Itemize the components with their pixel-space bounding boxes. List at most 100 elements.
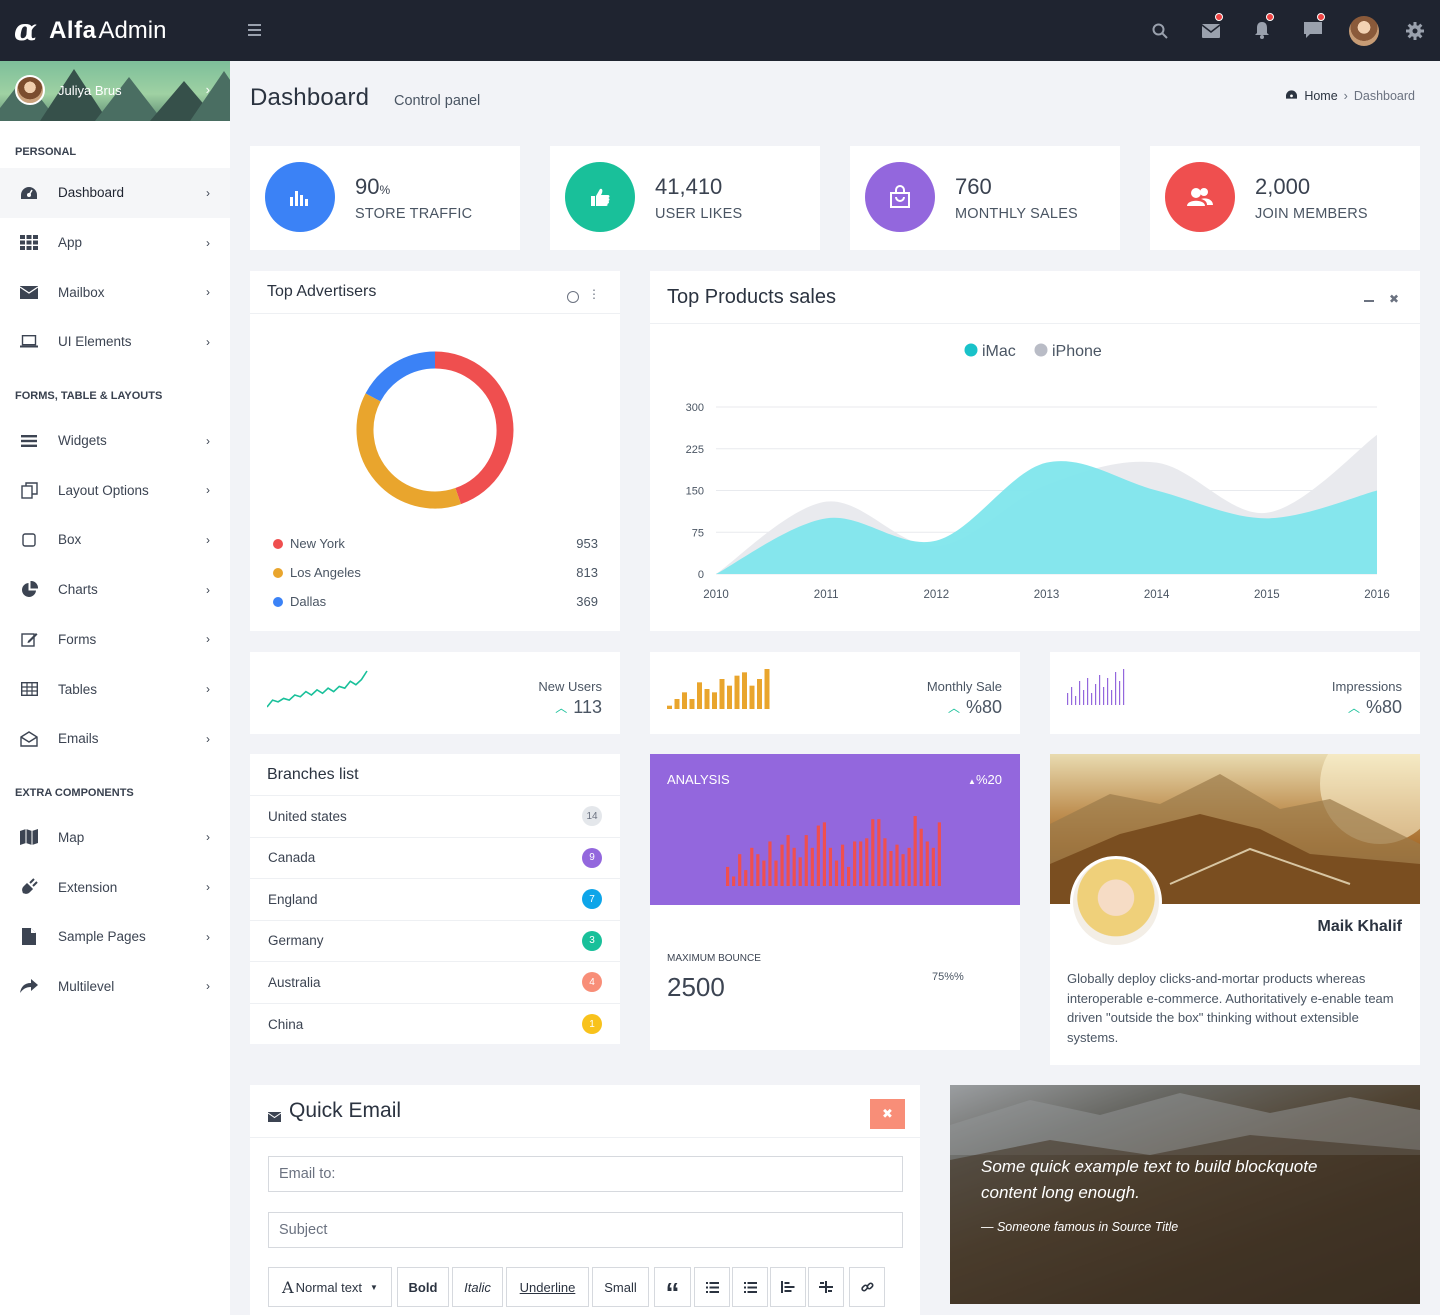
top-advertisers-card: Top Advertisers ⋮ New York 953 Los Angele… bbox=[250, 271, 620, 631]
bar bbox=[719, 679, 725, 709]
card-title: Quick Email bbox=[289, 1099, 402, 1122]
sidebar-item-dashboard[interactable]: Dashboard › bbox=[0, 168, 230, 218]
gear-icon[interactable] bbox=[1389, 0, 1440, 61]
sidebar-item-extension[interactable]: Extension › bbox=[0, 862, 230, 912]
search-icon[interactable] bbox=[1134, 0, 1185, 61]
chevron-right-icon: › bbox=[206, 979, 210, 994]
mail-icon[interactable] bbox=[1185, 0, 1236, 61]
chevron-right-icon: › bbox=[206, 929, 210, 944]
shopping-bag-icon bbox=[865, 162, 935, 232]
sidebar-item-label: Multilevel bbox=[58, 978, 115, 994]
sidebar-item-multilevel[interactable]: Multilevel › bbox=[0, 962, 230, 1012]
bold-button[interactable]: Bold bbox=[397, 1267, 449, 1307]
stat-value: 90% bbox=[355, 174, 391, 199]
chevron-right-icon[interactable]: › bbox=[206, 82, 210, 97]
bar bbox=[726, 866, 730, 886]
chat-icon[interactable] bbox=[1287, 0, 1338, 61]
sidebar-item-label: Widgets bbox=[58, 433, 107, 449]
grid-icon bbox=[20, 234, 38, 252]
sidebar-toggle-icon[interactable] bbox=[248, 24, 261, 36]
chevron-right-icon: › bbox=[206, 483, 210, 498]
close-icon[interactable]: ✖ bbox=[1389, 292, 1399, 306]
sidebar-item-tables[interactable]: Tables › bbox=[0, 664, 230, 714]
bell-icon[interactable] bbox=[1236, 0, 1287, 61]
subject-input[interactable]: Subject bbox=[268, 1212, 903, 1248]
sidebar-item-box[interactable]: Box › bbox=[0, 515, 230, 565]
email-to-input[interactable]: Email to: bbox=[268, 1156, 903, 1192]
refresh-icon[interactable] bbox=[567, 291, 579, 303]
stat-label: USER LIKES bbox=[655, 206, 743, 222]
x-tick-label: 2015 bbox=[1254, 589, 1280, 601]
user-avatar[interactable] bbox=[1338, 0, 1389, 61]
stat-card-monthly-sales: 760 MONTHLY SALES bbox=[850, 146, 1120, 250]
sidebar-item-sample-pages[interactable]: Sample Pages › bbox=[0, 912, 230, 962]
small-button[interactable]: Small bbox=[592, 1267, 649, 1307]
sidebar-item-forms[interactable]: Forms › bbox=[0, 615, 230, 665]
page-title: Dashboard bbox=[250, 84, 370, 111]
mail-notification-dot bbox=[1215, 13, 1223, 21]
copy-icon bbox=[20, 481, 38, 499]
sidebar-item-app[interactable]: App › bbox=[0, 218, 230, 268]
donut-slice bbox=[356, 393, 461, 509]
sidebar-item-layout-options[interactable]: Layout Options › bbox=[0, 465, 230, 515]
logo-text-bold: Alfa bbox=[49, 16, 97, 44]
sidebar-item-mailbox[interactable]: Mailbox › bbox=[0, 267, 230, 317]
minimize-icon[interactable] bbox=[1364, 300, 1374, 302]
outdent-button[interactable] bbox=[770, 1267, 806, 1307]
bar bbox=[727, 685, 732, 709]
list-item[interactable]: Canada 9 bbox=[250, 838, 620, 879]
mini-value: ︿ %80 bbox=[1347, 697, 1402, 717]
stat-value: 41,410 bbox=[655, 174, 723, 199]
breadcrumb-separator: › bbox=[1343, 89, 1348, 103]
breadcrumb: Home › Dashboard bbox=[1285, 89, 1415, 103]
y-tick-label: 150 bbox=[686, 486, 704, 498]
chevron-right-icon: › bbox=[206, 830, 210, 845]
bar bbox=[931, 847, 935, 886]
sidebar-item-ui-elements[interactable]: UI Elements › bbox=[0, 317, 230, 367]
breadcrumb-home[interactable]: Home bbox=[1304, 89, 1337, 103]
chevron-right-icon: › bbox=[206, 532, 210, 547]
bar bbox=[1091, 693, 1093, 705]
sidebar-item-label: App bbox=[58, 235, 83, 251]
bar bbox=[1119, 681, 1121, 705]
section-extra: EXTRA COMPONENTS bbox=[15, 786, 134, 799]
text-style-dropdown[interactable]: A Normal text ▼ bbox=[268, 1267, 392, 1307]
indent-icon bbox=[819, 1281, 833, 1293]
underline-button[interactable]: Underline bbox=[506, 1267, 589, 1307]
sidebar-item-map[interactable]: Map › bbox=[0, 813, 230, 863]
list-item[interactable]: United states 14 bbox=[250, 796, 620, 838]
legend-row: Dallas 369 bbox=[273, 594, 598, 609]
list-item[interactable]: Australia 4 bbox=[250, 962, 620, 1004]
legend-dot bbox=[964, 343, 978, 357]
sidebar-item-label: Sample Pages bbox=[58, 929, 146, 945]
arrow-up-icon: ︿ bbox=[555, 701, 568, 715]
sidebar-item-emails[interactable]: Emails › bbox=[0, 714, 230, 764]
italic-button[interactable]: Italic bbox=[452, 1267, 503, 1307]
list-item[interactable]: England 7 bbox=[250, 879, 620, 921]
bar bbox=[883, 838, 887, 886]
list-item[interactable]: China 1 bbox=[250, 1004, 620, 1046]
share-icon bbox=[20, 977, 38, 995]
link-button[interactable] bbox=[849, 1267, 885, 1307]
bar bbox=[1067, 693, 1069, 705]
indent-button[interactable] bbox=[808, 1267, 844, 1307]
bar bbox=[840, 844, 845, 886]
blockquote-button[interactable]: “ bbox=[654, 1267, 691, 1308]
sidebar-item-charts[interactable]: Charts › bbox=[0, 565, 230, 615]
unordered-list-button[interactable] bbox=[694, 1267, 730, 1307]
chat-notification-dot bbox=[1317, 13, 1325, 21]
bar bbox=[810, 847, 814, 886]
ordered-list-button[interactable] bbox=[732, 1267, 768, 1307]
more-vertical-icon[interactable]: ⋮ bbox=[588, 288, 600, 300]
bar bbox=[742, 672, 747, 709]
sidebar-item-label: Forms bbox=[58, 631, 97, 647]
sidebar-item-widgets[interactable]: Widgets › bbox=[0, 416, 230, 466]
bar bbox=[853, 841, 857, 886]
list-item[interactable]: Germany 3 bbox=[250, 921, 620, 962]
chevron-right-icon: › bbox=[206, 334, 210, 349]
profile-name: Maik Khalif bbox=[1317, 918, 1402, 935]
chevron-right-icon: › bbox=[206, 731, 210, 746]
user-panel[interactable]: Juliya Brus › bbox=[0, 61, 230, 121]
close-button[interactable]: ✖ bbox=[870, 1099, 905, 1129]
brand-logo[interactable]: α Alfa Admin bbox=[0, 0, 230, 61]
